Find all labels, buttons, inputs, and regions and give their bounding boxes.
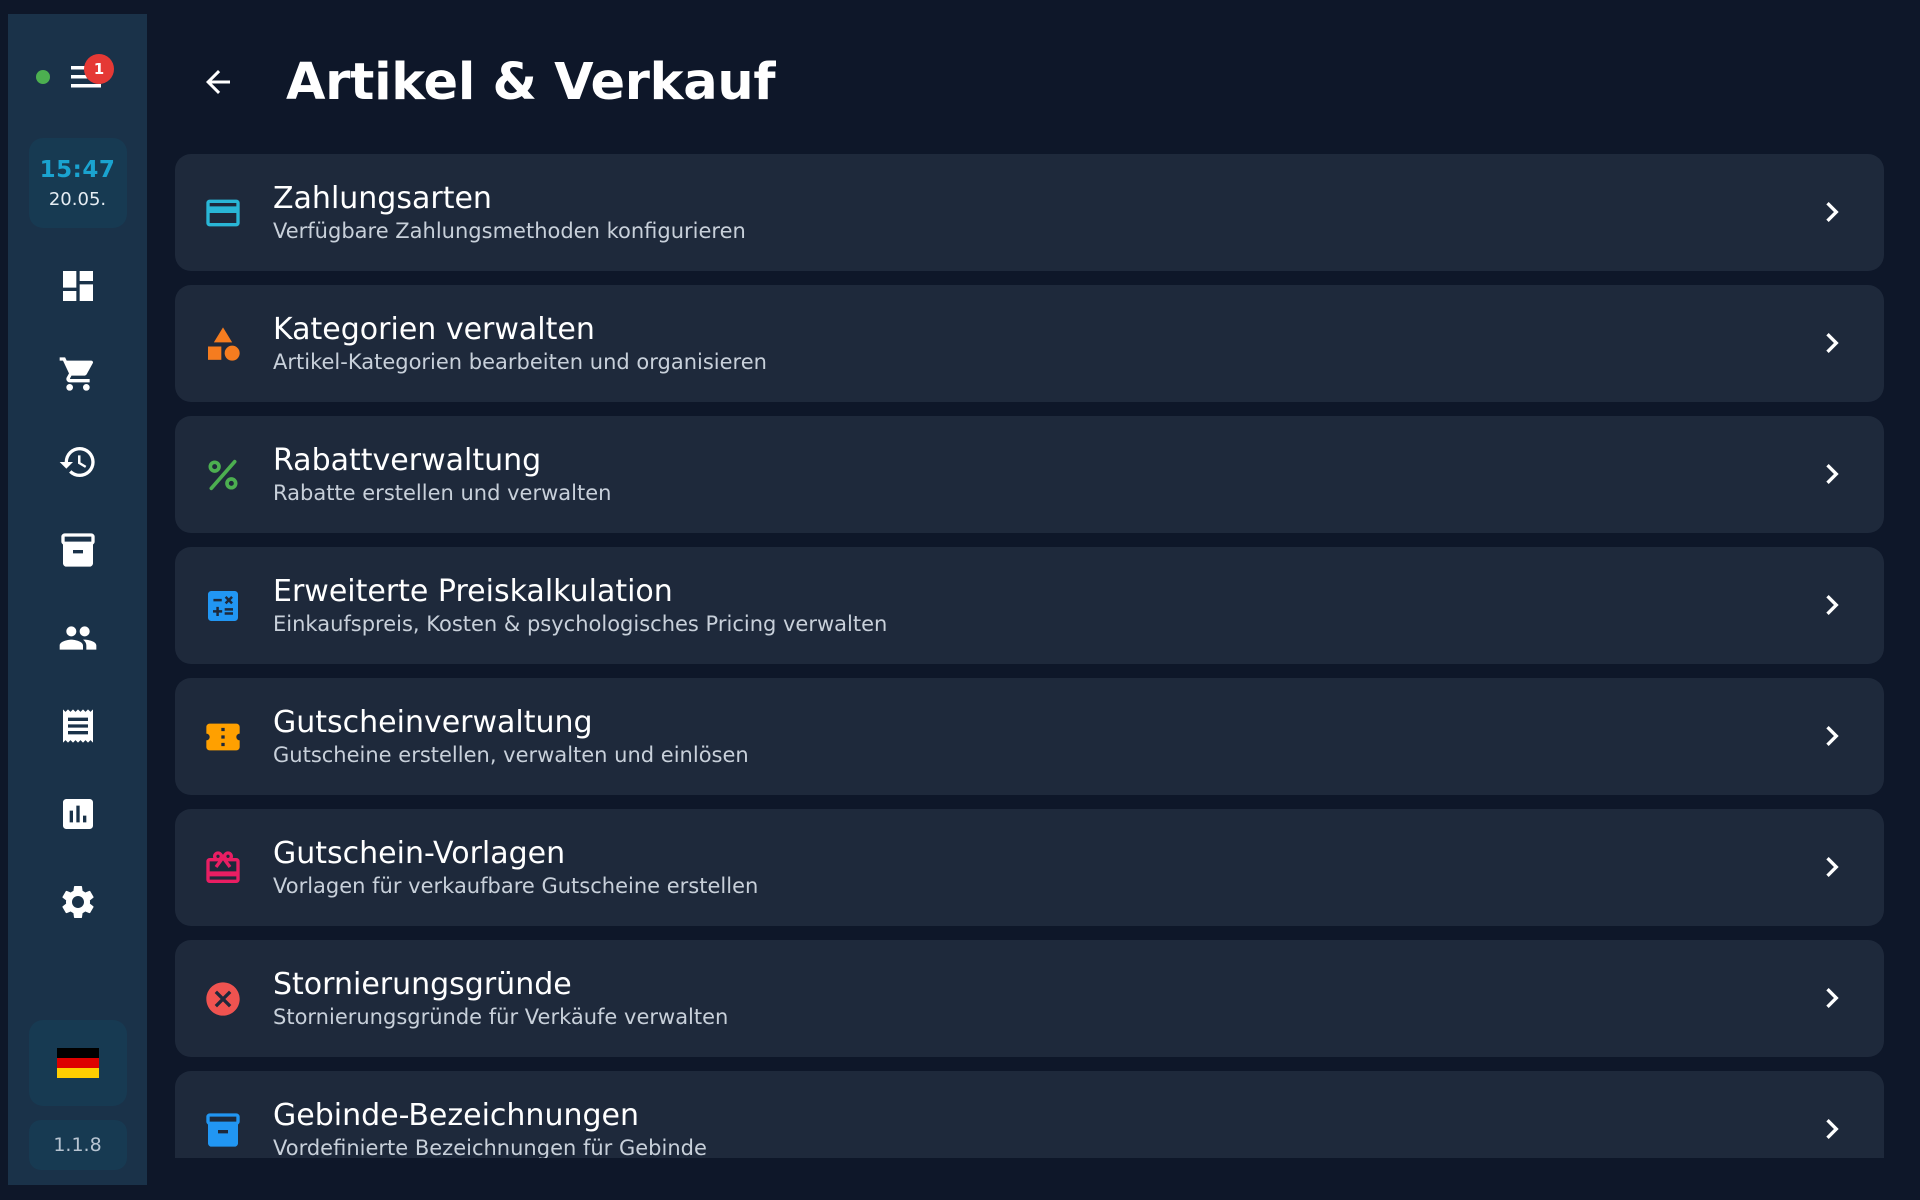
item-title: Erweiterte Preiskalkulation (273, 573, 673, 609)
item-subtitle: Gutscheine erstellen, verwalten und einl… (273, 742, 749, 767)
back-button[interactable] (190, 54, 246, 110)
clock-widget: 15:47 20.05. (28, 138, 127, 228)
item-title: Kategorien verwalten (273, 311, 595, 347)
settings-icon (61, 886, 94, 918)
page-header: Artikel & Verkauf (190, 42, 776, 122)
list-item-zahlungsarten[interactable]: Zahlungsarten Verfügbare Zahlungsmethode… (175, 154, 1884, 271)
gift-card-icon (203, 848, 243, 888)
list-item-rabattverwaltung[interactable]: Rabattverwaltung Rabatte erstellen und v… (175, 416, 1884, 533)
connection-status-dot (36, 70, 50, 84)
german-flag-icon (56, 1048, 99, 1078)
list-item-gutschein-vorlagen[interactable]: Gutschein-Vorlagen Vorlagen für verkaufb… (175, 809, 1884, 926)
list-item-gutscheinverwaltung[interactable]: Gutscheinverwaltung Gutscheine erstellen… (175, 678, 1884, 795)
item-subtitle: Artikel-Kategorien bearbeiten und organi… (273, 349, 767, 374)
nav-dashboard[interactable] (8, 242, 147, 330)
page-title: Artikel & Verkauf (286, 52, 776, 112)
item-title: Gebinde-Bezeichnungen (273, 1097, 639, 1133)
cart-icon (59, 357, 93, 391)
clock-time: 15:47 (39, 156, 116, 183)
nav-archive[interactable] (8, 506, 147, 594)
archive-icon (60, 533, 95, 567)
history-icon (59, 447, 95, 477)
chevron-right-icon (1812, 323, 1852, 363)
dashboard-icon (62, 271, 93, 301)
nav-cart[interactable] (8, 330, 147, 418)
category-icon (203, 324, 243, 364)
chevron-right-icon (1812, 454, 1852, 494)
item-title: Rabattverwaltung (273, 442, 542, 478)
chart-icon (62, 799, 93, 829)
settings-list: Zahlungsarten Verfügbare Zahlungsmethode… (175, 154, 1885, 1158)
chevron-right-icon (1812, 847, 1852, 887)
item-title: Zahlungsarten (273, 180, 492, 216)
list-item-kategorien[interactable]: Kategorien verwalten Artikel-Kategorien … (175, 285, 1884, 402)
nav-customers[interactable] (8, 594, 147, 682)
chevron-right-icon (1812, 1109, 1852, 1149)
item-subtitle: Einkaufspreis, Kosten & psychologisches … (273, 611, 888, 636)
sidebar-nav (8, 242, 147, 946)
chevron-right-icon (1812, 585, 1852, 625)
chevron-right-icon (1812, 192, 1852, 232)
list-item-preiskalkulation[interactable]: Erweiterte Preiskalkulation Einkaufsprei… (175, 547, 1884, 664)
clock-date: 20.05. (48, 188, 107, 210)
app-version: 1.1.8 (28, 1120, 127, 1170)
calculator-icon (203, 586, 243, 626)
item-title: Gutschein-Vorlagen (273, 835, 566, 871)
voucher-icon (203, 717, 243, 757)
list-item-stornierungsgruende[interactable]: Stornierungsgründe Stornierungsgründe fü… (175, 940, 1884, 1057)
item-subtitle: Stornierungsgründe für Verkäufe verwalte… (273, 1004, 729, 1029)
nav-statistics[interactable] (8, 770, 147, 858)
sidebar-top: 1 (8, 14, 147, 106)
nav-settings[interactable] (8, 858, 147, 946)
chevron-right-icon (1812, 716, 1852, 756)
chevron-right-icon (1812, 978, 1852, 1018)
item-subtitle: Rabatte erstellen und verwalten (273, 480, 612, 505)
sidebar: 1 15:47 20.05. 1.1.8 (8, 14, 147, 1185)
language-button[interactable] (28, 1020, 127, 1106)
sidebar-bottom: 1.1.8 (8, 1020, 147, 1185)
item-subtitle: Verfügbare Zahlungsmethoden konfiguriere… (273, 218, 746, 243)
nav-receipts[interactable] (8, 682, 147, 770)
notification-badge: 1 (84, 54, 114, 84)
people-icon (59, 626, 96, 650)
list-item-gebinde-bezeichnungen[interactable]: Gebinde-Bezeichnungen Vordefinierte Beze… (175, 1071, 1884, 1158)
package-icon (203, 1110, 243, 1150)
item-title: Stornierungsgründe (273, 966, 572, 1002)
receipt-icon (62, 709, 93, 743)
item-subtitle: Vordefinierte Bezeichnungen für Gebinde (273, 1135, 707, 1159)
percent-icon (203, 455, 243, 495)
arrow-back-icon (206, 70, 230, 94)
item-title: Gutscheinverwaltung (273, 704, 593, 740)
cancel-icon (203, 979, 243, 1019)
credit-card-icon (203, 193, 243, 233)
nav-history[interactable] (8, 418, 147, 506)
item-subtitle: Vorlagen für verkaufbare Gutscheine erst… (273, 873, 759, 898)
